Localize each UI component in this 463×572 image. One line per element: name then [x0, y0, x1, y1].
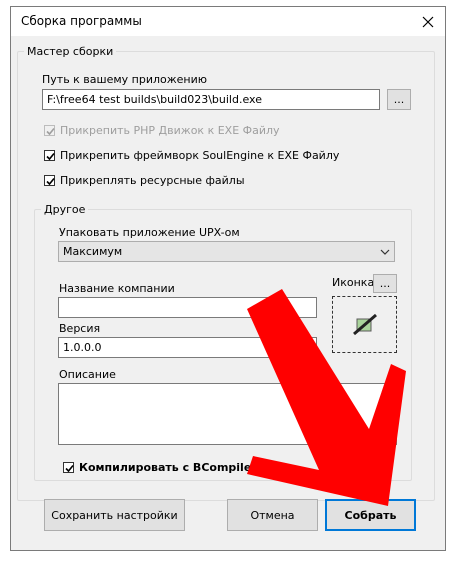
php-engine-checkbox-label: Прикрепить PHP Движок к EXE Файлу: [60, 124, 280, 137]
upx-select-value: Максимум: [63, 245, 123, 258]
close-button[interactable]: [411, 7, 445, 36]
company-input[interactable]: [58, 297, 317, 318]
close-icon: [422, 16, 434, 27]
check-icon: [46, 152, 55, 161]
description-input[interactable]: [58, 383, 397, 445]
version-label: Версия: [59, 322, 101, 335]
bcompiler-checkbox[interactable]: Компилировать с BCompiler'ом: [63, 461, 277, 474]
description-label: Описание: [59, 368, 116, 381]
framework-checkbox[interactable]: Прикрепить фреймворк SoulEngine к EXE Фа…: [44, 149, 339, 162]
resources-checkbox-label: Прикреплять ресурсные файлы: [60, 174, 245, 187]
path-browse-button[interactable]: ...: [387, 89, 411, 110]
window-title: Сборка программы: [21, 14, 142, 28]
check-icon: [46, 177, 55, 186]
php-engine-checkbox-box: [44, 125, 55, 136]
other-group-label: Другое: [44, 203, 86, 216]
wizard-group-label: Мастер сборки: [27, 45, 114, 58]
icon-browse-button[interactable]: ...: [373, 274, 397, 293]
resources-checkbox-box: [44, 175, 55, 186]
app-icon: [352, 313, 377, 335]
path-label: Путь к вашему приложению: [42, 73, 208, 86]
company-label: Название компании: [59, 282, 175, 295]
icon-label: Иконка: [332, 276, 375, 289]
chevron-down-icon: [380, 249, 390, 255]
save-settings-button[interactable]: Сохранить настройки: [44, 499, 185, 531]
upx-select[interactable]: Максимум: [58, 241, 395, 262]
path-input[interactable]: F:\free64 test builds\build023\build.exe: [42, 89, 380, 110]
resources-checkbox[interactable]: Прикреплять ресурсные файлы: [44, 174, 245, 187]
check-icon: [65, 464, 74, 473]
framework-checkbox-box: [44, 150, 55, 161]
icon-preview[interactable]: [332, 296, 397, 353]
title-bar: Сборка программы: [11, 7, 445, 36]
framework-checkbox-label: Прикрепить фреймворк SoulEngine к EXE Фа…: [60, 149, 340, 162]
build-dialog: Сборка программы Мастер сборки Путь к ва…: [10, 6, 446, 551]
check-icon: [46, 127, 55, 136]
upx-label: Упаковать приложение UPX-ом: [59, 226, 240, 239]
cancel-button[interactable]: Отмена: [227, 499, 318, 531]
bcompiler-checkbox-label: Компилировать с BCompiler'ом: [79, 461, 277, 474]
build-button[interactable]: Собрать: [325, 499, 416, 531]
bcompiler-checkbox-box: [63, 462, 74, 473]
version-input[interactable]: 1.0.0.0: [58, 337, 317, 358]
php-engine-checkbox[interactable]: Прикрепить PHP Движок к EXE Файлу: [44, 124, 280, 137]
